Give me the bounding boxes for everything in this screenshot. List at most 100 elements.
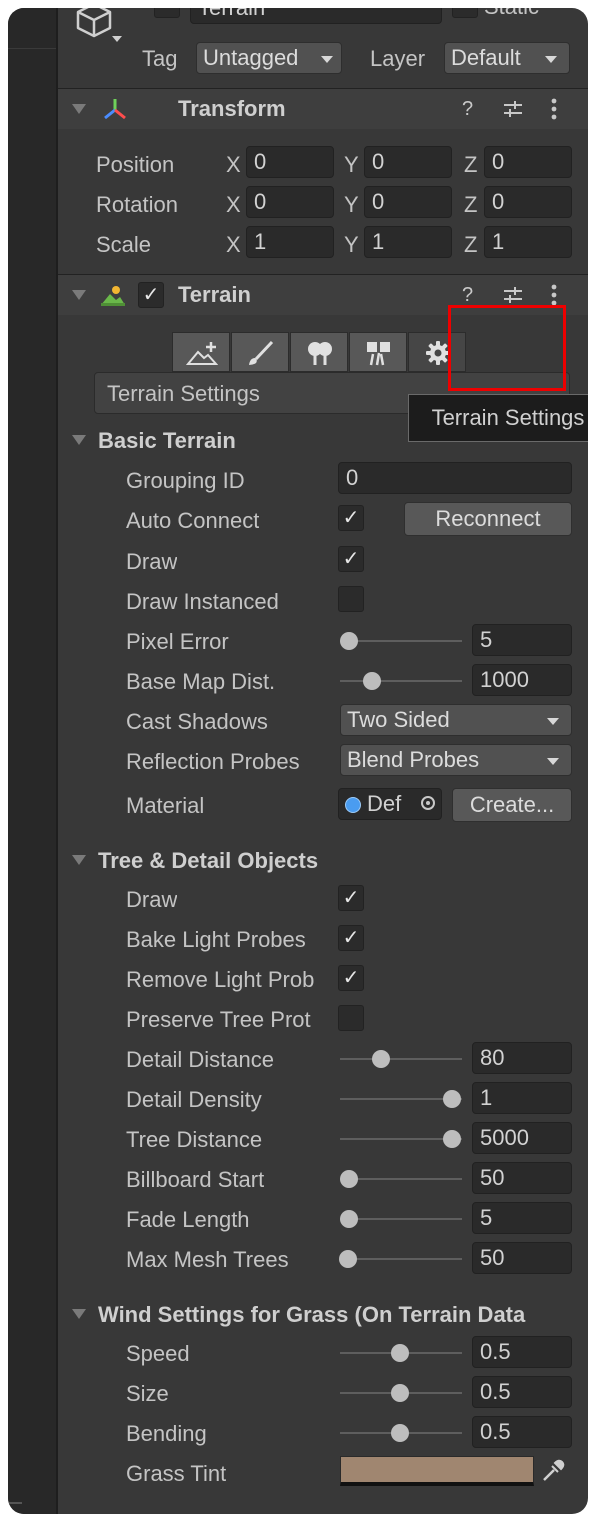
help-icon[interactable]: ? [462, 283, 473, 307]
position-y-field[interactable]: 0 [364, 146, 452, 178]
icon-dropdown-arrow[interactable] [112, 36, 122, 42]
foldout-arrow-icon[interactable] [72, 1309, 86, 1319]
auto-connect-checkbox[interactable]: ✓ [338, 505, 364, 531]
paint-details-icon [367, 342, 390, 366]
presets-sliders-icon[interactable] [502, 285, 524, 305]
preserve-tree-prototype-checkbox[interactable] [338, 1005, 364, 1031]
draw-checkbox[interactable]: ✓ [338, 546, 364, 572]
base-map-slider-track[interactable] [340, 680, 462, 682]
tag-dropdown[interactable]: Untagged [196, 42, 342, 74]
rotation-y-label[interactable]: Y [344, 192, 359, 218]
wind-size-field[interactable]: 0.5 [472, 1376, 572, 1408]
cast-shadows-value: Two Sided [347, 707, 450, 732]
billboard-start-slider-track[interactable] [340, 1178, 462, 1180]
rotation-x-field[interactable]: 0 [246, 186, 334, 218]
pixel-error-slider-thumb[interactable] [340, 632, 358, 650]
pixel-error-slider-track[interactable] [340, 640, 462, 642]
foldout-arrow-icon[interactable] [72, 435, 86, 445]
paint-terrain-brush-icon [249, 340, 274, 365]
detail-density-field[interactable]: 1 [472, 1082, 572, 1114]
static-checkbox[interactable] [452, 8, 478, 18]
tree-distance-field[interactable]: 5000 [472, 1122, 572, 1154]
transform-header[interactable]: Transform ? [58, 88, 588, 129]
billboard-start-field[interactable]: 50 [472, 1162, 572, 1194]
position-z-field[interactable]: 0 [484, 146, 572, 178]
position-label: Position [96, 152, 175, 177]
fade-length-field[interactable]: 5 [472, 1202, 572, 1234]
paint-trees-button[interactable] [290, 332, 348, 372]
wind-settings-title[interactable]: Wind Settings for Grass (On Terrain Data [98, 1302, 588, 1328]
cast-shadows-dropdown[interactable]: Two Sided [340, 704, 572, 736]
layer-dropdown[interactable]: Default [444, 42, 570, 74]
paint-details-button[interactable] [349, 332, 407, 372]
rotation-z-field[interactable]: 0 [484, 186, 572, 218]
more-options-kebab-icon[interactable] [550, 283, 558, 307]
detail-density-slider-thumb[interactable] [443, 1090, 461, 1108]
scale-z-label[interactable]: Z [464, 232, 477, 258]
tree-distance-slider-thumb[interactable] [443, 1130, 461, 1148]
wind-size-slider-thumb[interactable] [391, 1384, 409, 1402]
bake-light-probes-checkbox[interactable]: ✓ [338, 925, 364, 951]
foldout-arrow-icon[interactable] [72, 290, 86, 300]
wind-bending-label: Bending [126, 1421, 207, 1446]
chevron-down-icon [547, 718, 559, 725]
scale-z-field[interactable]: 1 [484, 226, 572, 258]
position-x-field[interactable]: 0 [246, 146, 334, 178]
position-x-label[interactable]: X [226, 152, 241, 178]
wind-speed-field[interactable]: 0.5 [472, 1336, 572, 1368]
grass-tint-color-field[interactable] [340, 1456, 534, 1486]
reflection-probes-dropdown[interactable]: Blend Probes [340, 744, 572, 776]
object-picker-icon[interactable] [421, 796, 435, 810]
terrain-component-icon [101, 286, 125, 306]
rotation-y-field[interactable]: 0 [364, 186, 452, 218]
fade-length-slider-thumb[interactable] [340, 1210, 358, 1228]
scale-y-label[interactable]: Y [344, 232, 359, 258]
position-y-label[interactable]: Y [344, 152, 359, 178]
terrain-enabled-checkbox[interactable]: ✓ [138, 282, 164, 308]
billboard-start-slider-thumb[interactable] [340, 1170, 358, 1188]
base-map-slider-thumb[interactable] [363, 672, 381, 690]
wind-bending-slider-thumb[interactable] [391, 1424, 409, 1442]
detail-distance-slider-thumb[interactable] [372, 1050, 390, 1068]
remove-light-probe-checkbox[interactable]: ✓ [338, 965, 364, 991]
grouping-id-field[interactable]: 0 [338, 462, 572, 494]
pixel-error-field[interactable]: 5 [472, 624, 572, 656]
eyedropper-icon[interactable] [540, 1458, 566, 1484]
create-material-button[interactable]: Create... [452, 788, 572, 822]
presets-sliders-icon[interactable] [502, 99, 524, 119]
rotation-x-label[interactable]: X [226, 192, 241, 218]
active-checkbox[interactable] [154, 8, 180, 18]
foldout-arrow-icon[interactable] [72, 104, 86, 114]
max-mesh-trees-field[interactable]: 50 [472, 1242, 572, 1274]
detail-distance-slider-track[interactable] [340, 1058, 462, 1060]
scale-x-field[interactable]: 1 [246, 226, 334, 258]
paint-terrain-button[interactable] [231, 332, 289, 372]
fade-length-slider-track[interactable] [340, 1218, 462, 1220]
position-z-label[interactable]: Z [464, 152, 477, 178]
tree-draw-label: Draw [126, 887, 178, 912]
help-icon[interactable]: ? [462, 97, 473, 121]
draw-instanced-checkbox[interactable] [338, 586, 364, 612]
scale-y-field[interactable]: 1 [364, 226, 452, 258]
material-object-field[interactable]: Def [338, 788, 442, 820]
more-options-kebab-icon[interactable] [550, 97, 558, 121]
tree-detail-title[interactable]: Tree & Detail Objects [98, 848, 318, 874]
wind-speed-slider-thumb[interactable] [391, 1344, 409, 1362]
max-mesh-trees-slider-track[interactable] [340, 1258, 462, 1260]
paint-trees-icon [308, 342, 332, 365]
foldout-arrow-icon[interactable] [72, 855, 86, 865]
base-map-field[interactable]: 1000 [472, 664, 572, 696]
max-mesh-trees-slider-thumb[interactable] [339, 1250, 357, 1268]
remove-light-probe-label: Remove Light Prob [126, 967, 315, 992]
max-mesh-trees-label: Max Mesh Trees [126, 1247, 289, 1272]
reconnect-button[interactable]: Reconnect [404, 502, 572, 536]
scale-x-label[interactable]: X [226, 232, 241, 258]
tree-draw-checkbox[interactable]: ✓ [338, 885, 364, 911]
wind-bending-field[interactable]: 0.5 [472, 1416, 572, 1448]
rotation-z-label[interactable]: Z [464, 192, 477, 218]
detail-distance-field[interactable]: 80 [472, 1042, 572, 1074]
create-neighbor-terrains-button[interactable] [172, 332, 230, 372]
basic-terrain-title[interactable]: Basic Terrain [98, 428, 236, 454]
object-name-field[interactable]: Terrain [190, 8, 442, 24]
transform-axes-icon [104, 99, 126, 120]
